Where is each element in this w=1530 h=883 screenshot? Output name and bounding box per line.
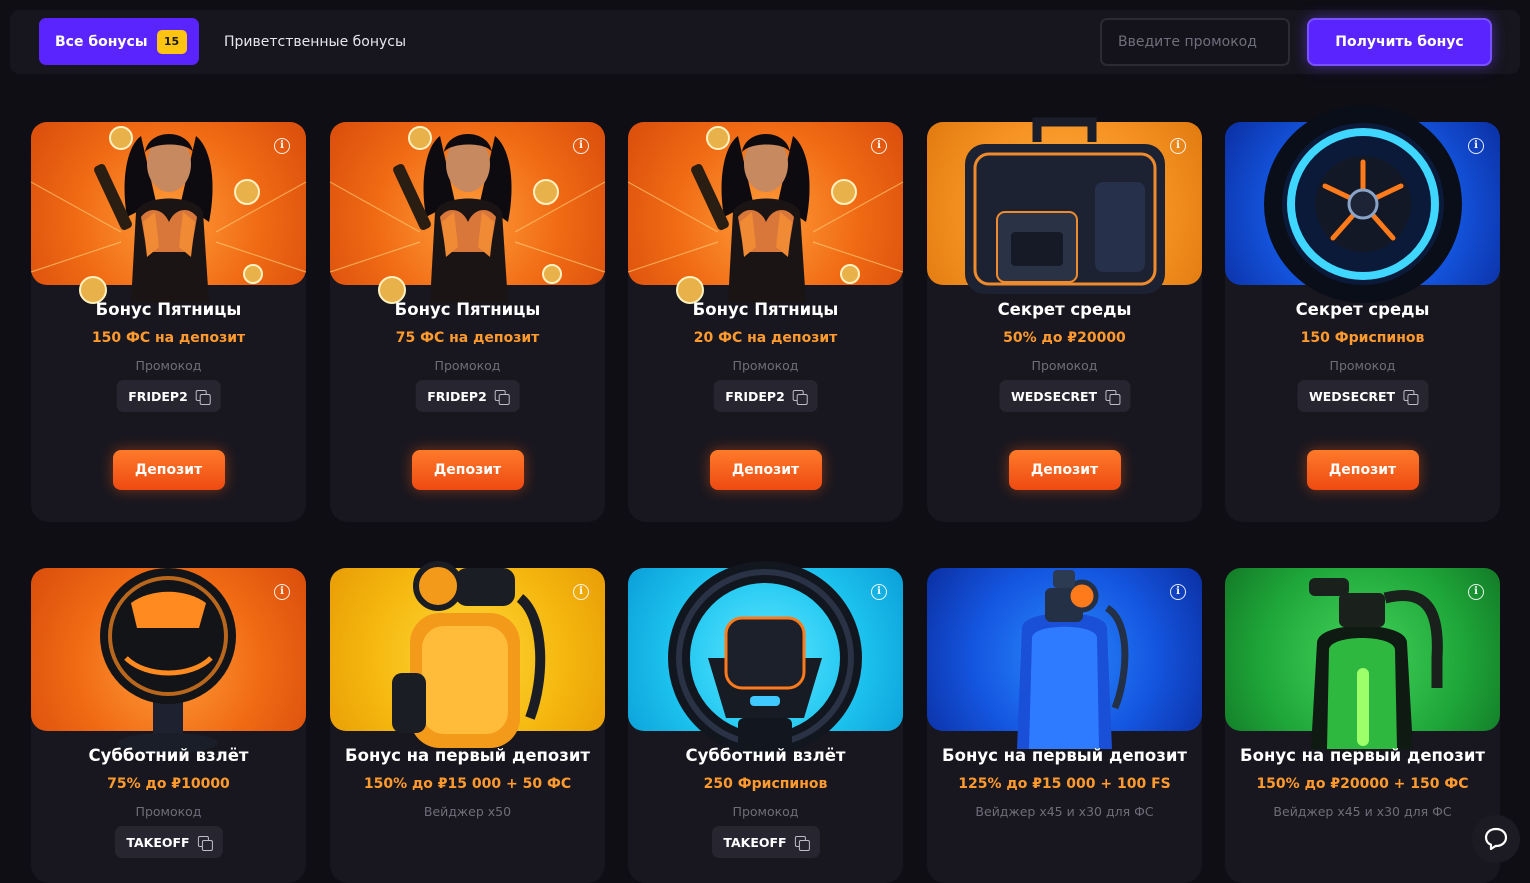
info-icon[interactable]: i [274,584,290,600]
bonus-offer: 20 ФС на депозит [693,330,838,346]
promo-code-chip[interactable]: FRIDEP2 [713,380,818,412]
promo-code-chip[interactable]: WEDSECRET [1296,380,1429,412]
promo-code-text: FRIDEP2 [128,388,188,404]
bonus-image-jetpack: i [330,561,605,748]
bonus-label: Вейджер x50 [423,804,512,819]
bonus-label: Промокод [1031,358,1098,373]
bonus-offer: 75% до ₽10000 [107,776,230,792]
support-chat-button[interactable] [1472,815,1520,863]
bonus-offer: 250 Фриспинов [703,776,828,792]
bonus-title: Бонус Пятницы [692,300,839,319]
promo-code-chip[interactable]: WEDSECRET [998,380,1131,412]
promo-code-text: FRIDEP2 [427,388,487,404]
promo-code-text: TAKEOFF [723,834,787,850]
promo-code-chip[interactable]: FRIDEP2 [116,380,221,412]
promo-code-text: WEDSECRET [1308,388,1396,404]
bonus-offer: 50% до ₽20000 [1003,330,1126,346]
bonus-offer: 150 ФС на депозит [91,330,246,346]
promo-code-text: WEDSECRET [1010,388,1098,404]
promo-code-text: TAKEOFF [126,834,190,850]
bonus-label: Промокод [732,804,799,819]
promo-code-chip[interactable]: TAKEOFF [114,826,223,858]
bonus-card: i Секрет среды 150 Фриспинов Промокод WE… [1225,105,1500,522]
promo-code-text: FRIDEP2 [725,388,785,404]
copy-icon[interactable] [794,835,810,851]
copy-icon[interactable] [1105,389,1121,405]
bonus-card: i Субботний взлёт 250 Фриспинов Промокод… [628,561,903,883]
bonus-title: Секрет среды [997,300,1132,319]
bonus-image-steering-wheel: i [628,561,903,755]
info-icon[interactable]: i [573,138,589,154]
bonus-card: i Бонус Пятницы 150 ФС на депозит Промок… [30,122,307,522]
bonus-label: Промокод [1329,358,1396,373]
copy-icon[interactable] [197,835,213,851]
bonus-title: Субботний взлёт [685,746,846,765]
bonus-card: i Бонус Пятницы 75 ФС на депозит Промоко… [329,122,606,522]
bonus-offer: 150 Фриспинов [1300,330,1425,346]
bonus-card: i Бонус на первый депозит 150% до ₽20000… [1225,568,1500,883]
bonus-card: i Бонус Пятницы 20 ФС на депозит Промоко… [627,122,904,522]
bonus-image-suitcase: i [927,117,1202,294]
bonus-image-gas-tank-green: i [1225,568,1500,749]
tab-welcome-bonuses[interactable]: Приветственные бонусы [224,18,406,65]
bonus-title: Бонус на первый депозит [345,746,590,765]
deposit-button[interactable]: Депозит [112,450,225,490]
info-icon[interactable]: i [871,138,887,154]
promo-code-input[interactable] [1100,18,1290,66]
tab-all-bonuses-label: Все бонусы [55,33,148,50]
info-icon[interactable]: i [274,138,290,154]
bonus-image-woman-in-armor: i [627,122,904,304]
info-icon[interactable]: i [871,584,887,600]
info-icon[interactable]: i [1468,584,1484,600]
bonus-image-gas-tank-blue: i [927,568,1202,749]
bonus-title: Субботний взлёт [88,746,249,765]
bonus-toolbar: Все бонусы 15 Приветственные бонусы Полу… [10,10,1520,74]
info-icon[interactable]: i [1170,584,1186,600]
bonus-card: i Секрет среды 50% до ₽20000 Промокод WE… [927,117,1202,522]
bonus-label: Промокод [434,358,501,373]
bonus-image-woman-in-armor: i [329,122,606,304]
copy-icon[interactable] [494,389,510,405]
bonus-label: Вейджер x45 и x30 для ФС [975,804,1154,819]
deposit-button[interactable]: Депозит [709,450,822,490]
bonus-offer: 125% до ₽15 000 + 100 FS [958,776,1171,792]
copy-icon[interactable] [792,389,808,405]
bonus-image-woman-in-armor: i [30,122,307,304]
bonus-offer: 150% до ₽20000 + 150 ФС [1256,776,1469,792]
info-icon[interactable]: i [573,584,589,600]
bonus-title: Бонус Пятницы [95,300,242,319]
promo-code-chip[interactable]: TAKEOFF [711,826,820,858]
bonus-label: Промокод [135,804,202,819]
bonus-title: Бонус на первый депозит [942,746,1187,765]
bonus-image-wheel: i [1225,105,1500,303]
bonus-card: i Бонус на первый депозит 150% до ₽15 00… [330,561,605,883]
bonus-label: Промокод [732,358,799,373]
deposit-button[interactable]: Депозит [411,450,524,490]
bonus-title: Бонус Пятницы [394,300,541,319]
copy-icon[interactable] [1403,389,1419,405]
bonus-image-gear-knob: i [31,568,306,753]
bonus-offer: 150% до ₽15 000 + 50 ФС [363,776,572,792]
bonus-count-badge: 15 [156,29,187,54]
bonus-title: Секрет среды [1295,300,1430,319]
bonus-card: i Субботний взлёт 75% до ₽10000 Промокод… [31,568,306,883]
bonus-label: Промокод [135,358,202,373]
info-icon[interactable]: i [1468,138,1484,154]
deposit-button[interactable]: Депозит [1008,450,1121,490]
info-icon[interactable]: i [1170,138,1186,154]
bonus-title: Бонус на первый депозит [1240,746,1485,765]
get-bonus-button[interactable]: Получить бонус [1307,18,1492,66]
promo-code-chip[interactable]: FRIDEP2 [415,380,520,412]
deposit-button[interactable]: Депозит [1306,450,1419,490]
bonus-label: Вейджер x45 и x30 для ФС [1273,804,1452,819]
tab-all-bonuses[interactable]: Все бонусы 15 [39,18,199,65]
copy-icon[interactable] [195,389,211,405]
bonus-offer: 75 ФС на депозит [395,330,540,346]
chat-bubble-icon [1484,827,1508,851]
bonus-card: i Бонус на первый депозит 125% до ₽15 00… [927,568,1202,883]
